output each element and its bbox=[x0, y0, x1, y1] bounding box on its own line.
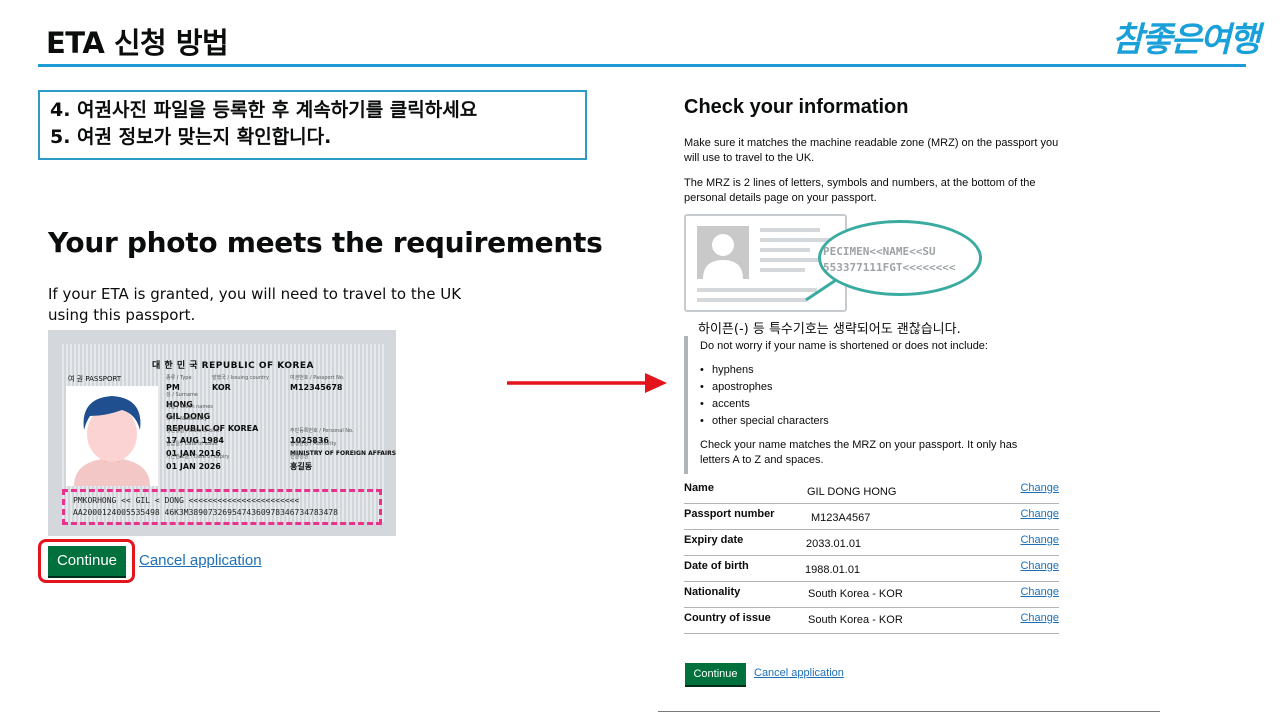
passport-korean-name: 한글성명 홍길동 bbox=[290, 454, 313, 471]
bottom-divider bbox=[658, 711, 1160, 712]
summary-row-name: Name GIL DONG HONG Change bbox=[684, 478, 1059, 504]
change-expiry-date-link[interactable]: Change bbox=[1020, 534, 1059, 546]
photo-heading: Your photo meets the requirements bbox=[48, 226, 603, 259]
name-inset: Do not worry if your name is shortened o… bbox=[684, 336, 1064, 474]
list-item: accents bbox=[700, 396, 1064, 413]
summary-key: Passport number bbox=[684, 508, 775, 520]
mrz-magnifier: PECIMEN<<NAME<<SU 553377111FGT<<<<<<<< bbox=[818, 220, 982, 296]
arrow-right-icon bbox=[507, 373, 667, 393]
summary-key: Expiry date bbox=[684, 534, 744, 546]
photo-text: If your ETA is granted, you will need to… bbox=[48, 285, 462, 324]
special-characters-list: hyphens apostrophes accents other specia… bbox=[700, 362, 1064, 430]
continue-button[interactable]: Continue bbox=[48, 546, 126, 576]
summary-list: Name GIL DONG HONG Change Passport numbe… bbox=[684, 478, 1059, 634]
cancel-application-link[interactable]: Cancel application bbox=[139, 552, 262, 569]
passport-number: 여권번호 / Passport No. M12345678 bbox=[290, 375, 345, 392]
brand-logo: 참좋은여행 bbox=[1112, 20, 1260, 60]
passport-kind: 여 권 PASSPORT bbox=[68, 375, 122, 383]
change-passport-number-link[interactable]: Change bbox=[1020, 508, 1059, 520]
list-item: apostrophes bbox=[700, 379, 1064, 396]
summary-row-expiry-date: Expiry date 2033.01.01 Change bbox=[684, 530, 1059, 556]
summary-key: Country of issue bbox=[684, 612, 771, 624]
change-nationality-link[interactable]: Change bbox=[1020, 586, 1059, 598]
mrz-line-1: PMKORHONG << GIL < DONG <<<<<<<<<<<<<<<<… bbox=[73, 496, 300, 505]
passport-expiry: 기간만료일 / Date of expiry 01 JAN 2026 bbox=[166, 454, 230, 471]
id-photo-icon bbox=[697, 226, 749, 279]
summary-row-country-of-issue: Country of issue South Korea - KOR Chang… bbox=[684, 608, 1059, 634]
mrz-intro-text: Make sure it matches the machine readabl… bbox=[684, 137, 1059, 164]
summary-key: Name bbox=[684, 482, 714, 494]
summary-value: M123A4567 bbox=[811, 512, 871, 524]
list-item: other special characters bbox=[700, 413, 1064, 430]
summary-value: South Korea - KOR bbox=[808, 588, 903, 600]
mrz-line-2: AA2000124005535498 46K3M3890732695474360… bbox=[73, 508, 338, 517]
mrz-sample-line-2: 553377111FGT<<<<<<<< bbox=[823, 261, 956, 274]
summary-key: Nationality bbox=[684, 586, 741, 598]
summary-key: Date of birth bbox=[684, 560, 749, 572]
summary-row-date-of-birth: Date of birth 1988.01.01 Change bbox=[684, 556, 1059, 582]
passport-photo bbox=[66, 386, 158, 486]
change-name-link[interactable]: Change bbox=[1020, 482, 1059, 494]
passport-country: 발행국 / Issuing country KOR bbox=[212, 375, 269, 392]
header-divider bbox=[38, 64, 1246, 67]
steps-box: 4. 여권사진 파일을 등록한 후 계속하기를 클릭하세요 5. 여권 정보가 … bbox=[38, 90, 587, 160]
passport-mrz-highlight: PMKORHONG << GIL < DONG <<<<<<<<<<<<<<<<… bbox=[62, 489, 382, 525]
list-item: hyphens bbox=[700, 362, 1064, 379]
mrz-sample-line-1: PECIMEN<<NAME<<SU bbox=[823, 245, 936, 258]
mrz-description-text: The MRZ is 2 lines of letters, symbols a… bbox=[684, 177, 1036, 204]
summary-value: GIL DONG HONG bbox=[807, 486, 897, 498]
korean-note: 하이픈(-) 등 특수기호는 생략되어도 괜찮습니다. bbox=[698, 322, 961, 337]
person-avatar-icon bbox=[66, 386, 158, 486]
slide-title: ETA 신청 방법 bbox=[46, 26, 229, 60]
check-cancel-application-link[interactable]: Cancel application bbox=[754, 667, 844, 679]
change-date-of-birth-link[interactable]: Change bbox=[1020, 560, 1059, 572]
step-5: 5. 여권 정보가 맞는지 확인합니다. bbox=[50, 126, 332, 148]
summary-value: 2033.01.01 bbox=[806, 538, 862, 550]
check-continue-button[interactable]: Continue bbox=[685, 663, 746, 685]
passport-type: 종류 / Type PM bbox=[166, 375, 192, 392]
change-country-of-issue-link[interactable]: Change bbox=[1020, 612, 1059, 624]
summary-row-nationality: Nationality South Korea - KOR Change bbox=[684, 582, 1059, 608]
mrz-illustration: PECIMEN<<NAME<<SU 553377111FGT<<<<<<<< bbox=[684, 214, 984, 314]
inset-footnote: Check your name matches the MRZ on your … bbox=[700, 439, 1018, 466]
passport-title: 대 한 민 국 REPUBLIC OF KOREA bbox=[152, 361, 315, 371]
inset-lead: Do not worry if your name is shortened o… bbox=[700, 340, 988, 352]
check-heading: Check your information bbox=[684, 96, 909, 118]
summary-row-passport-number: Passport number M123A4567 Change bbox=[684, 504, 1059, 530]
summary-value: South Korea - KOR bbox=[808, 614, 903, 626]
step-4: 4. 여권사진 파일을 등록한 후 계속하기를 클릭하세요 bbox=[50, 99, 478, 121]
summary-value: 1988.01.01 bbox=[805, 564, 861, 576]
